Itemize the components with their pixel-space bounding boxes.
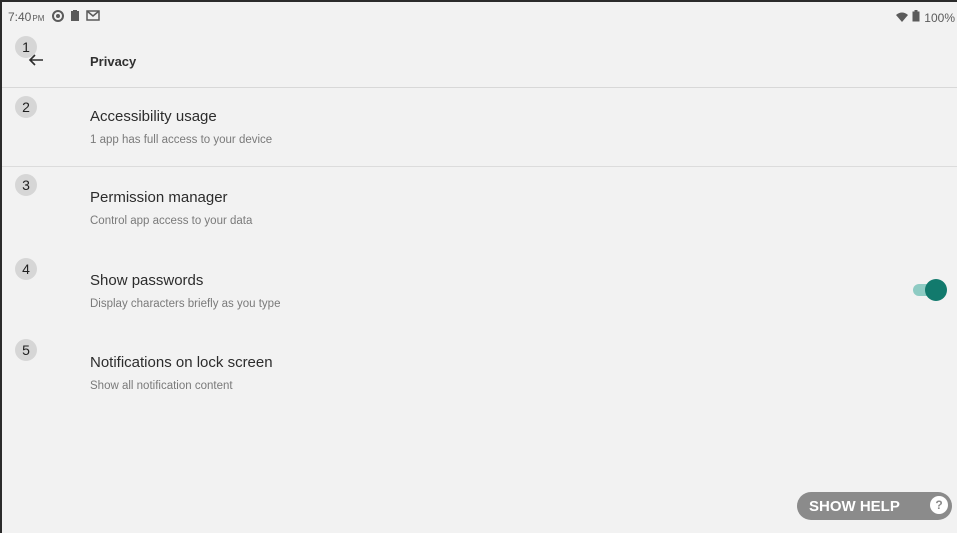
item-subtitle: Show all notification content — [90, 380, 233, 392]
item-title: Show passwords — [90, 272, 204, 289]
item-subtitle: 1 app has full access to your device — [90, 134, 273, 146]
show-passwords-toggle[interactable] — [911, 278, 947, 302]
list-item-permission-manager[interactable]: Permission manager Control app access to… — [2, 167, 957, 249]
gmail-icon — [86, 10, 101, 24]
item-subtitle: Control app access to your data — [90, 215, 253, 227]
battery-icon — [912, 10, 920, 25]
list-item-notifications-lock-screen[interactable]: Notifications on lock screen Show all no… — [2, 332, 957, 414]
show-help-label: SHOW HELP — [809, 497, 900, 515]
notification-icons — [52, 9, 101, 25]
list-item-show-passwords[interactable]: Show passwords Display characters briefl… — [2, 250, 957, 332]
status-time-ampm: PM — [32, 14, 45, 23]
status-time: 7:40PM — [8, 10, 44, 24]
page-title: Privacy — [90, 54, 137, 69]
status-time-value: 7:40 — [8, 10, 32, 24]
badge-1: 1 — [15, 36, 37, 58]
wifi-icon — [896, 11, 909, 25]
item-title: Accessibility usage — [90, 108, 217, 125]
item-subtitle: Display characters briefly as you type — [90, 298, 281, 310]
item-title: Permission manager — [90, 189, 228, 206]
circle-status-icon — [52, 9, 65, 25]
item-title: Notifications on lock screen — [90, 354, 273, 371]
show-help-button[interactable]: SHOW HELP ? — [797, 492, 952, 520]
battery-percent: 100% — [924, 10, 955, 25]
status-right: 100% — [896, 10, 955, 25]
status-bar: 7:40PM 100% — [2, 2, 957, 32]
screen: 7:40PM 100% Privacy 1 2 3 4 5 Accessibil… — [0, 0, 957, 533]
toggle-thumb — [925, 279, 947, 301]
clipboard-icon — [70, 9, 80, 25]
list-item-accessibility-usage[interactable]: Accessibility usage 1 app has full acces… — [2, 88, 957, 166]
question-mark-icon: ? — [930, 496, 948, 514]
app-bar: Privacy — [2, 32, 957, 88]
